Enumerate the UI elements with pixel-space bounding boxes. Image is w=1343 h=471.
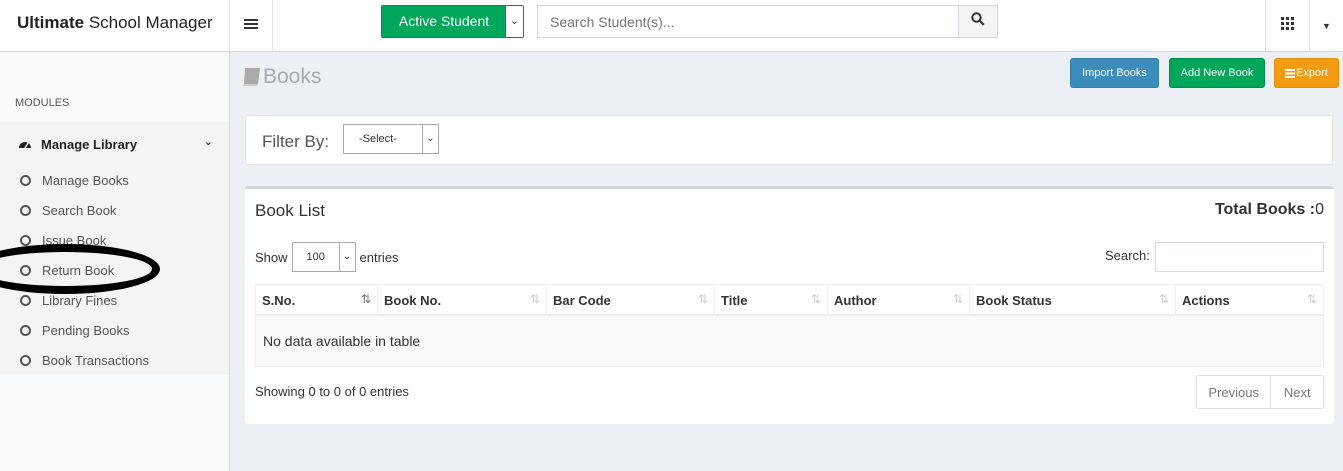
sidebar-item-label: Search Book	[42, 202, 117, 218]
manage-library-menu: Manage Library ⌄ Manage Books Search Boo…	[0, 122, 229, 375]
export-button[interactable]: Export	[1274, 58, 1339, 88]
column-header-label: Book No.	[384, 293, 442, 308]
column-header-bar-code[interactable]: Bar Code ⇅	[547, 285, 715, 316]
sidebar-item-label: Book Transactions	[42, 352, 149, 368]
book-list-title: Book List	[255, 201, 325, 220]
student-search-input[interactable]	[537, 5, 959, 38]
caret-down-icon: ▼	[1322, 21, 1331, 31]
book-icon	[242, 67, 261, 87]
apps-menu-button[interactable]	[1265, 0, 1310, 52]
column-header-label: Actions	[1182, 293, 1230, 308]
user-menu-button[interactable]: ▼	[1310, 0, 1343, 52]
column-header-author[interactable]: Author ⇅	[828, 285, 970, 316]
filter-select[interactable]: -Select- ⌄	[343, 124, 439, 154]
circle-icon	[20, 204, 31, 216]
column-header-book-no[interactable]: Book No. ⇅	[378, 285, 547, 316]
hamburger-icon	[244, 17, 258, 35]
circle-icon	[20, 354, 31, 366]
add-new-book-button[interactable]: Add New Book	[1169, 58, 1265, 88]
sidebar-item-label: Pending Books	[42, 322, 130, 338]
sort-icon: ⇅	[1306, 292, 1317, 306]
sort-asc-icon: ⇅	[360, 292, 371, 306]
book-list-panel: Book List Total Books :0 Show 100 ⌄ entr…	[245, 186, 1334, 424]
chevron-down-icon: ⌄	[422, 125, 438, 153]
next-page-button[interactable]: Next	[1271, 376, 1323, 408]
sort-icon: ⇅	[810, 292, 821, 306]
total-books-label: Total Books :	[1214, 201, 1316, 218]
dashboard-icon	[18, 138, 32, 150]
top-navbar: Ultimate School Manager Active Student ⌄…	[0, 0, 1343, 52]
table-info: Showing 0 to 0 of 0 entries	[255, 384, 409, 399]
circle-icon	[20, 264, 31, 276]
table-search-label: Search:	[1105, 248, 1150, 263]
total-books-value: 0	[1315, 201, 1324, 218]
grid-icon	[1281, 17, 1294, 35]
page-title-text: Books	[263, 65, 322, 88]
column-header-sno[interactable]: S.No. ⇅	[256, 285, 378, 316]
sidebar-group-manage-library[interactable]: Manage Library ⌄	[18, 134, 218, 154]
circle-icon	[20, 324, 31, 336]
sort-icon: ⇅	[529, 292, 540, 306]
export-label: Export	[1296, 67, 1328, 79]
entries-length-value: 100	[306, 251, 325, 263]
column-header-title[interactable]: Title ⇅	[715, 285, 828, 316]
active-student-dropdown[interactable]: Active Student ⌄	[381, 5, 524, 38]
books-table: S.No. ⇅ Book No. ⇅ Bar Code ⇅ Title ⇅ Au…	[255, 284, 1324, 367]
sidebar: MODULES Manage Library ⌄ Manage Books Se…	[0, 52, 230, 471]
chevron-down-icon: ⌄	[203, 136, 213, 148]
column-header-label: Title	[721, 293, 748, 308]
previous-page-button[interactable]: Previous	[1197, 376, 1272, 408]
column-header-label: Author	[834, 293, 877, 308]
sidebar-group-label: Manage Library	[41, 136, 138, 152]
sidebar-toggle-button[interactable]	[230, 0, 273, 52]
column-header-label: Bar Code	[553, 293, 611, 308]
column-header-book-status[interactable]: Book Status ⇅	[970, 285, 1176, 316]
sidebar-item-pending-books[interactable]: Pending Books	[20, 320, 129, 340]
sidebar-item-label: Issue Book	[42, 232, 107, 248]
entries-length-control: Show 100 ⌄ entries	[255, 242, 399, 272]
sort-icon: ⇅	[697, 292, 708, 306]
sidebar-item-library-fines[interactable]: Library Fines	[20, 290, 117, 310]
entries-label: entries	[359, 249, 399, 265]
sort-icon: ⇅	[952, 292, 963, 306]
sidebar-item-label: Library Fines	[42, 292, 118, 308]
brand-text: School Manager	[88, 13, 213, 32]
page-title: Books	[242, 65, 321, 89]
filter-label: Filter By:	[262, 132, 330, 151]
empty-table-message: No data available in table	[263, 333, 421, 349]
sidebar-item-search-book[interactable]: Search Book	[20, 200, 116, 220]
column-header-actions[interactable]: Actions ⇅	[1176, 285, 1323, 316]
chevron-down-icon[interactable]: ⌄	[505, 6, 523, 37]
list-icon	[1285, 68, 1296, 78]
sort-icon: ⇅	[1158, 292, 1169, 306]
circle-icon	[20, 174, 31, 186]
brand-bold: Ultimate	[17, 13, 85, 32]
search-button[interactable]	[958, 5, 998, 38]
sidebar-item-manage-books[interactable]: Manage Books	[20, 170, 129, 190]
app-logo[interactable]: Ultimate School Manager	[0, 0, 230, 52]
pagination: Previous Next	[1196, 375, 1324, 409]
chevron-down-icon: ⌄	[338, 243, 355, 271]
active-student-label: Active Student	[398, 13, 490, 29]
sidebar-item-book-transactions[interactable]: Book Transactions	[20, 350, 149, 370]
sidebar-section-label: MODULES	[15, 97, 70, 109]
sidebar-item-label: Return Book	[42, 262, 115, 278]
entries-length-select[interactable]: 100 ⌄	[291, 242, 356, 272]
column-header-label: Book Status	[976, 293, 1052, 308]
column-header-label: S.No.	[262, 293, 296, 308]
sidebar-item-return-book[interactable]: Return Book	[20, 260, 114, 280]
filter-select-value: -Select-	[359, 133, 397, 145]
filter-panel: Filter By: -Select- ⌄	[245, 115, 1333, 165]
show-label: Show	[255, 249, 288, 265]
sidebar-item-issue-book[interactable]: Issue Book	[20, 230, 106, 250]
circle-icon	[20, 234, 31, 246]
search-icon	[971, 12, 985, 31]
circle-icon	[20, 294, 31, 306]
sidebar-item-label: Manage Books	[42, 172, 129, 188]
import-books-button[interactable]: Import Books	[1070, 58, 1159, 88]
table-search-input[interactable]	[1155, 242, 1324, 272]
total-books: Total Books :0	[1215, 201, 1324, 219]
